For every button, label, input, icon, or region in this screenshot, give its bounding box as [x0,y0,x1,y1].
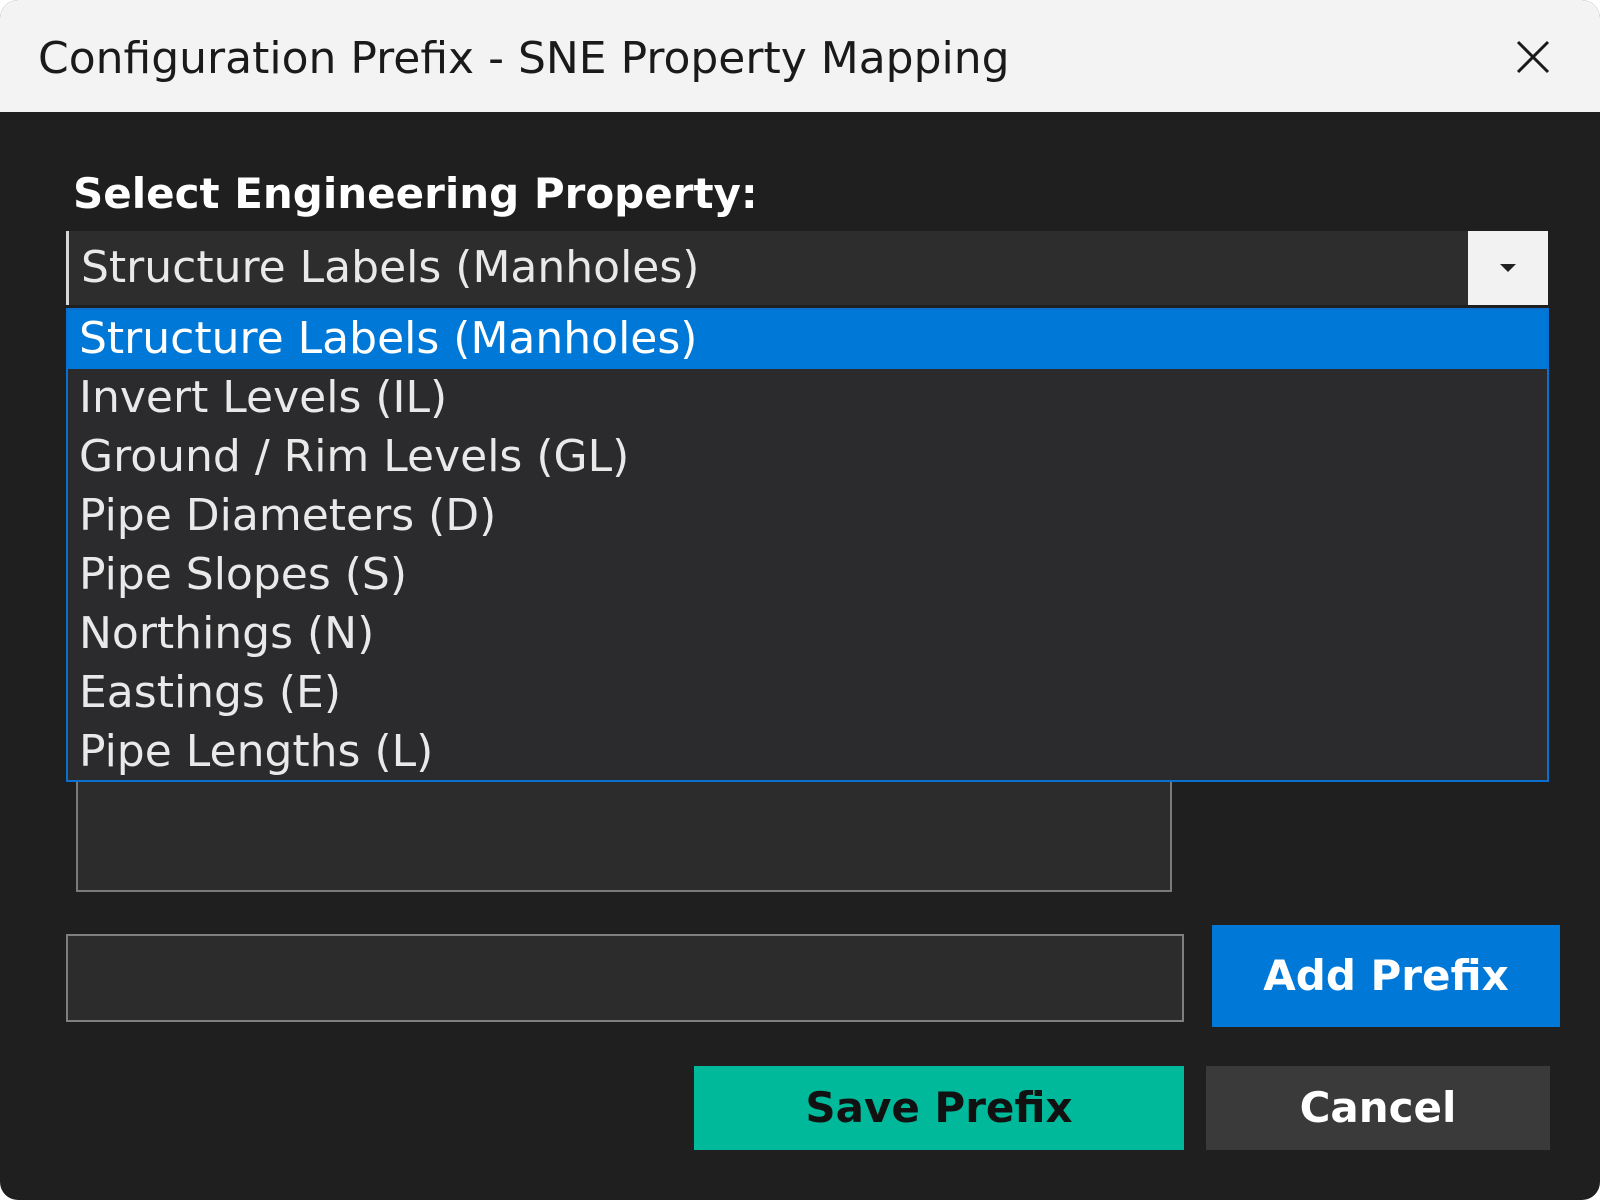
add-prefix-button[interactable]: Add Prefix [1212,925,1560,1027]
property-dropdown-list: Structure Labels (Manholes) Invert Level… [66,308,1549,782]
dropdown-option-label: Structure Labels (Manholes) [79,313,698,364]
prefix-list[interactable] [76,782,1172,892]
cancel-button[interactable]: Cancel [1206,1066,1550,1150]
dropdown-option-eastings[interactable]: Eastings (E) [68,664,1547,723]
dropdown-option-pipe-diameters[interactable]: Pipe Diameters (D) [68,487,1547,546]
dropdown-option-label: Ground / Rim Levels (GL) [79,431,630,482]
window-title: Configuration Prefix - SNE Property Mapp… [38,33,1010,84]
dropdown-option-pipe-lengths[interactable]: Pipe Lengths (L) [68,723,1547,782]
dropdown-option-ground-rim-levels[interactable]: Ground / Rim Levels (GL) [68,428,1547,487]
dropdown-option-label: Pipe Diameters (D) [79,490,497,541]
combobox-dropdown-button[interactable] [1468,231,1548,305]
save-prefix-button[interactable]: Save Prefix [694,1066,1184,1150]
dropdown-option-invert-levels[interactable]: Invert Levels (IL) [68,369,1547,428]
chevron-down-icon [1500,264,1516,272]
dropdown-option-label: Invert Levels (IL) [79,372,448,423]
dropdown-option-pipe-slopes[interactable]: Pipe Slopes (S) [68,546,1547,605]
title-bar: Configuration Prefix - SNE Property Mapp… [0,0,1600,112]
combobox-selected-value: Structure Labels (Manholes) [81,242,700,293]
dropdown-option-label: Eastings (E) [79,667,342,718]
dropdown-option-label: Pipe Lengths (L) [79,726,434,777]
prefix-input[interactable] [66,934,1184,1022]
dialog-window: Configuration Prefix - SNE Property Mapp… [0,0,1600,1200]
dropdown-option-label: Pipe Slopes (S) [79,549,408,600]
dropdown-option-structure-labels[interactable]: Structure Labels (Manholes) [68,310,1547,369]
dropdown-option-northings[interactable]: Northings (N) [68,605,1547,664]
dropdown-option-label: Northings (N) [79,608,375,659]
property-combobox[interactable]: Structure Labels (Manholes) [66,231,1548,305]
close-button[interactable] [1500,28,1564,84]
property-select-label: Select Engineering Property: [73,169,758,218]
close-icon [1516,40,1550,74]
